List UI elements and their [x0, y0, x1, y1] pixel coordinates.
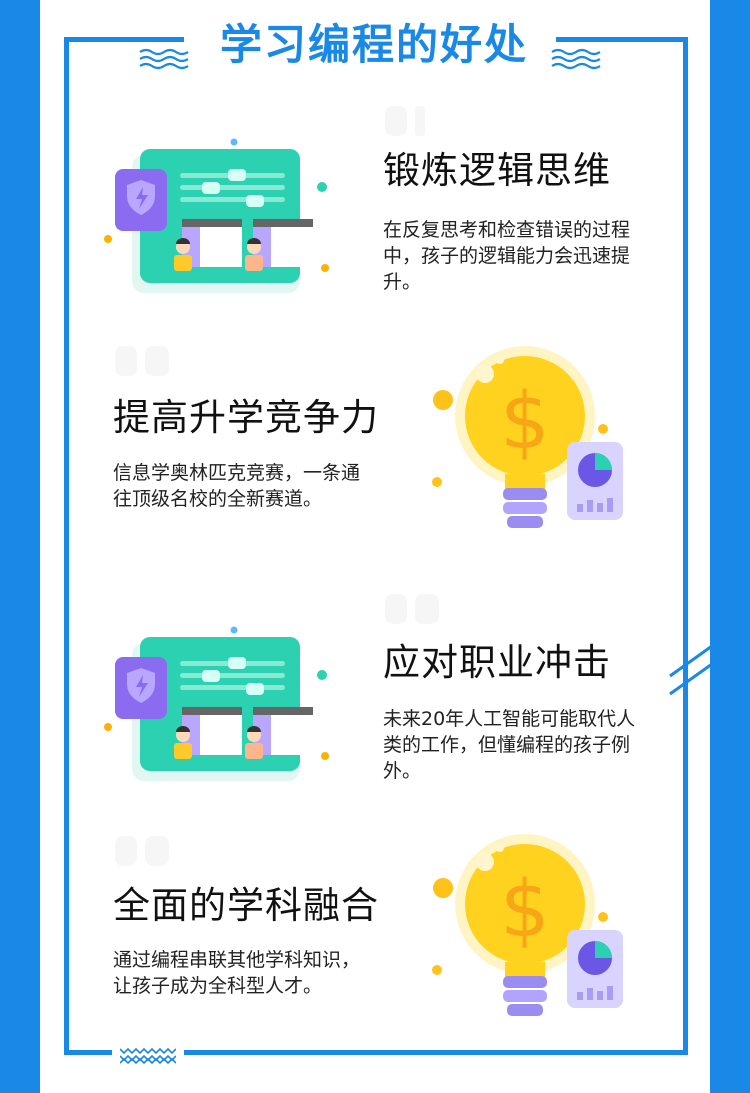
shield-lightning-icon	[115, 657, 167, 719]
section-3-title: 应对职业冲击	[383, 641, 611, 684]
watermark-number-02	[115, 346, 169, 376]
zigzag-decoration-icon	[120, 1047, 176, 1065]
light-bulb-illustration-1: $	[432, 346, 623, 528]
watermark-number-04	[115, 836, 169, 866]
section-4-title: 全面的学科融合	[113, 884, 379, 927]
section-3-description: 未来20年人工智能可能取代人类的工作，但懂编程的孩子例外。	[383, 708, 636, 782]
left-side-bar	[0, 0, 40, 1093]
pie-chart-card-icon	[567, 930, 623, 1008]
shield-lightning-icon	[115, 169, 167, 231]
right-side-bar	[710, 0, 750, 1093]
computer-illustration-1	[104, 138, 329, 293]
watermark-number-01	[385, 106, 425, 136]
svg-text:$: $	[500, 865, 550, 955]
watermark-number-03	[385, 594, 439, 624]
stripe-decoration-icon	[669, 644, 713, 696]
svg-text:$: $	[500, 377, 550, 467]
light-bulb-illustration-2: $	[432, 834, 623, 1016]
pie-chart-card-icon	[567, 442, 623, 520]
section-2-title: 提高升学竞争力	[113, 396, 379, 439]
section-4-description: 通过编程串联其他学科知识，让孩子成为全科型人才。	[113, 949, 361, 997]
section-1-description: 在反复思考和检查错误的过程中，孩子的逻辑能力会迅速提升。	[383, 219, 631, 293]
wave-decoration-right-icon	[551, 48, 601, 70]
computer-illustration-2	[104, 626, 329, 781]
section-1-title: 锻炼逻辑思维	[383, 149, 611, 192]
page-title: 学习编程的好处	[219, 20, 528, 69]
wave-decoration-left-icon	[139, 48, 189, 70]
section-2-description: 信息学奥林匹克竞赛，一条通往顶级名校的全新赛道。	[113, 462, 361, 510]
